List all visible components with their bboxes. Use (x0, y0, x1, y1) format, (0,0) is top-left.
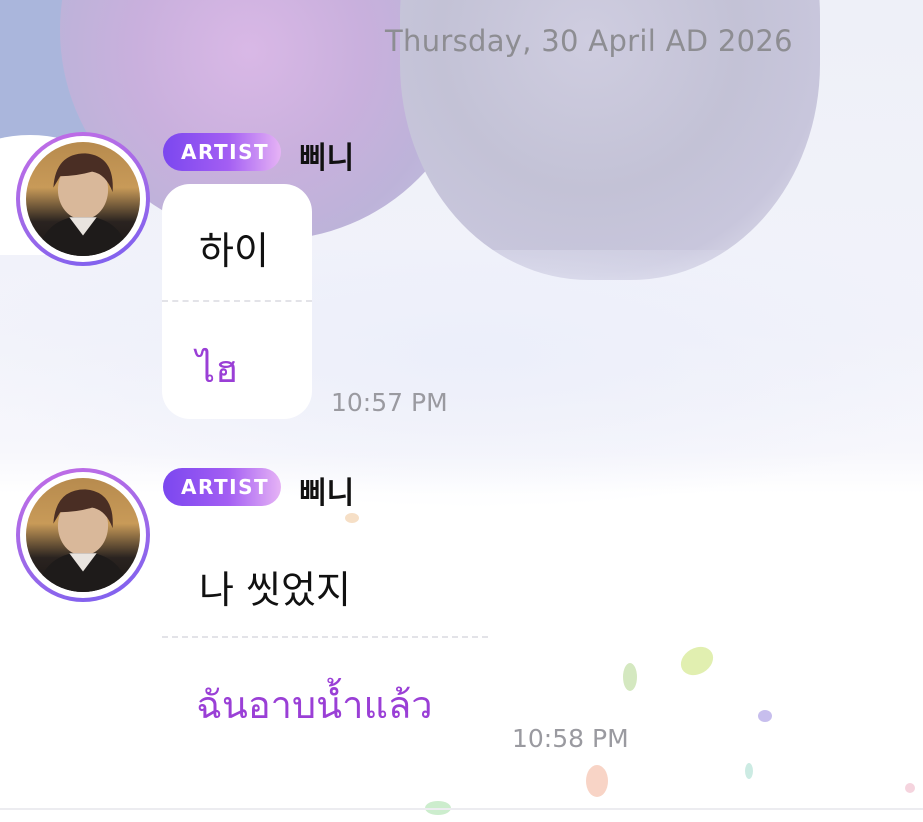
confetti-decoration (745, 763, 753, 779)
artist-badge: ARTIST (163, 468, 281, 506)
message-text: 나 씻었지 (199, 568, 351, 612)
message-translation: ฉันอาบน้ำแล้ว (196, 683, 433, 727)
message-translation: ไฮ (196, 347, 239, 391)
translation-divider (162, 636, 488, 638)
avatar-ring (20, 472, 146, 598)
avatar-photo (26, 478, 140, 592)
sender-name[interactable]: 삐니 (299, 468, 354, 512)
message-bubble[interactable]: 나 씻었지 ฉันอาบน้ำแล้ว (162, 518, 488, 754)
message-timestamp: 10:57 PM (331, 388, 448, 417)
avatar-photo (26, 142, 140, 256)
person-icon (37, 489, 129, 592)
message-bubble[interactable]: 하이 ไฮ (162, 184, 312, 419)
date-header: Thursday, 30 April AD 2026 (385, 24, 793, 58)
translation-divider (162, 300, 312, 302)
artist-avatar[interactable] (16, 468, 150, 602)
sender-name[interactable]: 삐니 (299, 133, 354, 177)
artist-avatar[interactable] (16, 132, 150, 266)
person-icon (37, 153, 129, 256)
message-timestamp: 10:58 PM (512, 724, 629, 753)
confetti-decoration (586, 765, 608, 797)
background-haze (0, 250, 923, 510)
message-text: 하이 (199, 229, 269, 273)
confetti-decoration (758, 710, 772, 722)
confetti-decoration (675, 641, 719, 681)
confetti-decoration (905, 783, 915, 793)
bottom-divider (0, 808, 923, 810)
avatar-ring (20, 136, 146, 262)
artist-badge: ARTIST (163, 133, 281, 171)
confetti-decoration (623, 663, 637, 691)
